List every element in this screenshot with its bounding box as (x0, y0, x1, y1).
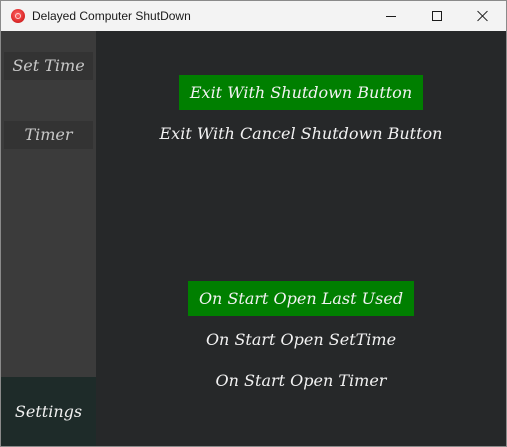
sidebar-item-settings[interactable]: Settings (1, 377, 96, 446)
window-title: Delayed Computer ShutDown (32, 9, 191, 23)
option-label: Exit With Shutdown Button (178, 75, 424, 110)
option-label: On Start Open SetTime (205, 330, 397, 349)
option-label: Exit With Cancel Shutdown Button (159, 124, 443, 143)
title-bar[interactable]: Delayed Computer ShutDown (1, 1, 506, 31)
settings-panel: Exit With Shutdown Button Exit With Canc… (96, 31, 506, 446)
sidebar-item-timer[interactable]: Timer (4, 121, 93, 149)
start-open-timer-option[interactable]: On Start Open Timer (96, 363, 506, 398)
maximize-icon (432, 11, 442, 21)
option-label: On Start Open Timer (215, 371, 387, 390)
exit-with-cancel-shutdown-option[interactable]: Exit With Cancel Shutdown Button (96, 116, 506, 151)
minimize-button[interactable] (368, 1, 414, 31)
start-open-last-used-option[interactable]: On Start Open Last Used (96, 281, 506, 316)
sidebar-item-set-time[interactable]: Set Time (4, 52, 93, 80)
close-button[interactable] (460, 1, 506, 31)
minimize-icon (386, 16, 396, 17)
sidebar: Set Time Timer Settings (1, 31, 96, 446)
app-window: Delayed Computer ShutDown Set Time Timer… (0, 0, 507, 447)
exit-with-shutdown-option[interactable]: Exit With Shutdown Button (96, 75, 506, 110)
start-open-settime-option[interactable]: On Start Open SetTime (96, 322, 506, 357)
app-power-icon (11, 9, 25, 23)
option-label: On Start Open Last Used (187, 281, 415, 316)
close-icon (477, 10, 489, 22)
maximize-button[interactable] (414, 1, 460, 31)
